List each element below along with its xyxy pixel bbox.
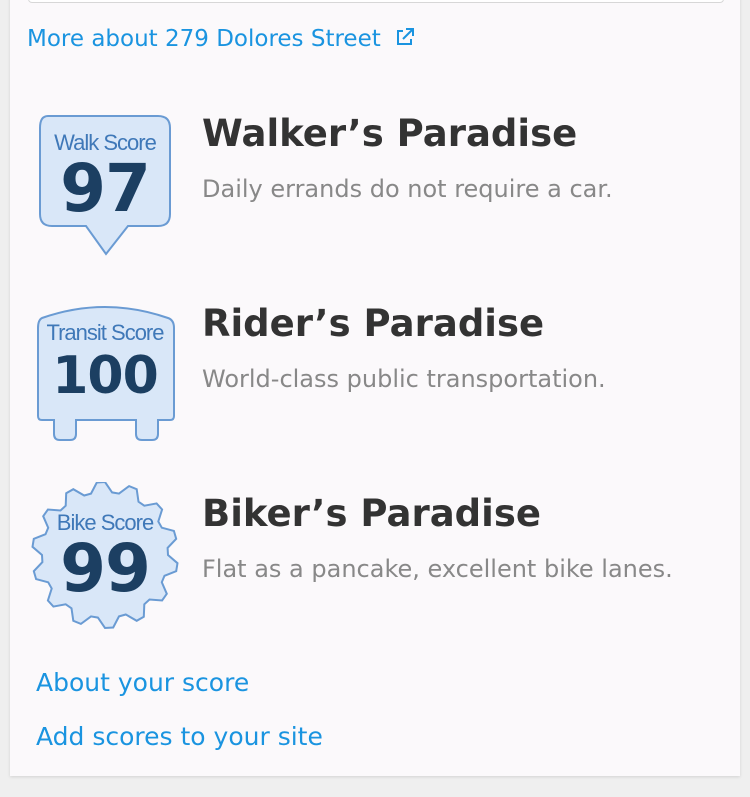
transit-score-badge-icon[interactable]: Transit Score 100 [30, 300, 180, 460]
transit-score-row: Transit Score 100 Rider’s Paradise World… [0, 300, 750, 460]
add-scores-link[interactable]: Add scores to your site [36, 722, 323, 751]
address-box-edge [28, 0, 724, 3]
more-about-link-label: More about 279 Dolores Street [27, 26, 381, 52]
transit-badge-number: 100 [52, 346, 159, 406]
transit-score-title: Rider’s Paradise [202, 302, 545, 345]
external-link-icon [397, 28, 415, 45]
bike-score-description: Flat as a pancake, excellent bike lanes. [202, 555, 673, 583]
bike-score-title: Biker’s Paradise [202, 492, 541, 535]
bike-badge-number: 99 [60, 530, 151, 607]
walk-score-title: Walker’s Paradise [202, 112, 578, 155]
transit-score-description: World-class public transportation. [202, 365, 606, 393]
transit-badge-label: Transit Score [46, 320, 164, 345]
bike-score-badge-icon[interactable]: Bike Score 99 [30, 482, 180, 642]
walk-score-description: Daily errands do not require a car. [202, 175, 613, 203]
bike-score-row: Bike Score 99 Biker’s Paradise Flat as a… [0, 482, 750, 642]
walk-score-row: Walk Score 97 Walker’s Paradise Daily er… [0, 110, 750, 270]
more-about-link[interactable]: More about 279 Dolores Street [27, 26, 416, 52]
walk-score-badge-icon[interactable]: Walk Score 97 [30, 110, 180, 270]
walk-badge-number: 97 [60, 150, 151, 227]
about-your-score-link[interactable]: About your score [36, 668, 249, 697]
